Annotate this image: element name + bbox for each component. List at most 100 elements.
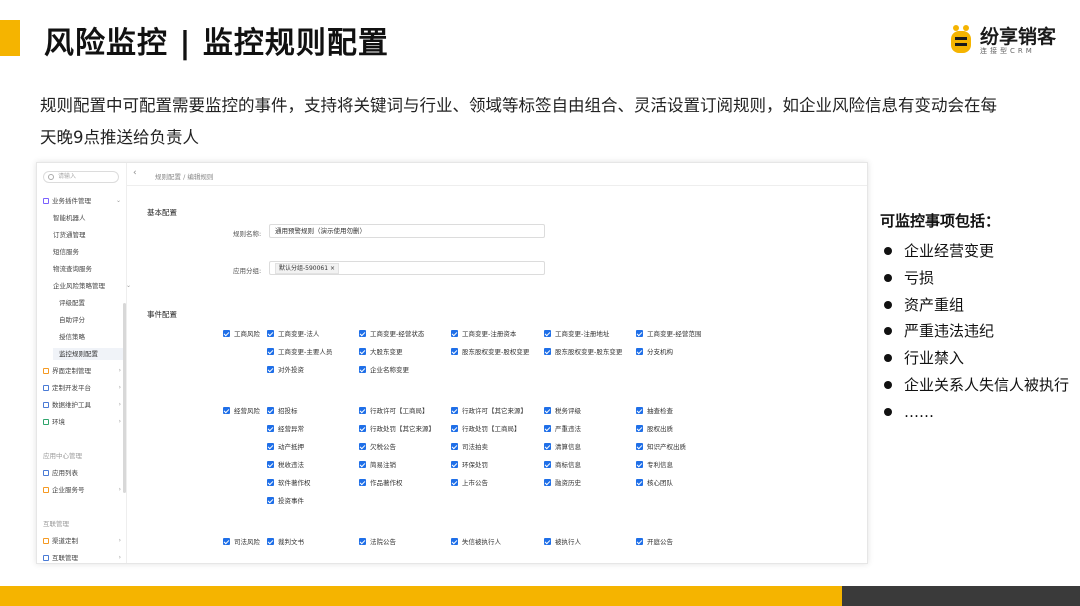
sidebar-item[interactable]: 物流查询服务 xyxy=(53,263,133,275)
event-checkbox[interactable]: 分支机构 xyxy=(636,348,673,358)
event-checkbox[interactable]: 上市公告 xyxy=(451,479,488,489)
event-checkbox[interactable]: 简易注销 xyxy=(359,461,396,471)
header-divider xyxy=(127,185,867,186)
sidebar-item-label: 物流查询服务 xyxy=(53,265,92,273)
basic-config-title: 基本配置 xyxy=(147,208,177,217)
checkbox-checked-icon xyxy=(451,330,458,337)
group-tag[interactable]: 默认分组-590061 × xyxy=(275,263,340,274)
app-screenshot: 请输入 业务插件管理 ⌄ 智能机器人订货通管理短信服务物流查询服务企业风险策略管理 ⌄… xyxy=(36,162,868,564)
event-checkbox[interactable]: 股东股权变更-股东变更 xyxy=(544,348,622,358)
event-checkbox[interactable]: 工商变更-法人 xyxy=(267,330,319,340)
rule-name-input[interactable]: 通用预警规则（演示使用勿删） xyxy=(269,224,545,238)
sidebar-scrollbar[interactable] xyxy=(123,303,126,493)
sidebar-item[interactable]: 企业服务号 › xyxy=(43,484,123,496)
event-group-checkbox[interactable]: 司法风险 xyxy=(223,538,260,548)
checkbox-checked-icon xyxy=(267,330,274,337)
breadcrumb: 规则配置 / 编辑规则 xyxy=(155,173,214,181)
sidebar-item[interactable]: 界面定制管理 › xyxy=(43,365,123,377)
event-checkbox[interactable]: 知识产权出质 xyxy=(636,443,686,453)
event-checkbox[interactable]: 失信被执行人 xyxy=(451,538,501,548)
event-checkbox[interactable]: 严重违法 xyxy=(544,425,581,435)
sidebar-item[interactable]: 业务插件管理 ⌄ xyxy=(43,195,123,207)
event-checkbox[interactable]: 工商变更-主要人员 xyxy=(267,348,332,358)
footer-bar-yellow xyxy=(0,586,842,606)
sidebar-item-label: 应用列表 xyxy=(52,469,78,477)
event-checkbox[interactable]: 行政处罚【工商局】 xyxy=(451,425,521,435)
event-checkbox[interactable]: 商标信息 xyxy=(544,461,581,471)
event-checkbox[interactable]: 工商变更-注册地址 xyxy=(544,330,609,340)
sidebar-item[interactable]: 监控规则配置 xyxy=(53,348,123,360)
sidebar-item-label: 渠道定制 xyxy=(52,537,78,545)
event-checkbox[interactable]: 环保处罚 xyxy=(451,461,488,471)
sidebar-item[interactable]: 自助评分 xyxy=(59,314,139,326)
event-checkbox[interactable]: 投资事件 xyxy=(267,497,304,507)
sidebar-item[interactable]: 订货通管理 xyxy=(53,229,133,241)
event-checkbox[interactable]: 软件著作权 xyxy=(267,479,311,489)
event-checkbox[interactable]: 被执行人 xyxy=(544,538,581,548)
sidebar-item[interactable]: 评级配置 xyxy=(59,297,139,309)
sidebar-item[interactable]: 数据维护工具 › xyxy=(43,399,123,411)
event-checkbox[interactable]: 股东股权变更-股权变更 xyxy=(451,348,529,358)
event-checkbox[interactable]: 企业名称变更 xyxy=(359,366,409,376)
list-item: 资产重组 xyxy=(884,292,1069,319)
chevron-icon: › xyxy=(118,554,121,561)
event-checkbox[interactable]: 欠税公告 xyxy=(359,443,396,453)
event-checkbox[interactable]: 工商变更-经营范围 xyxy=(636,330,701,340)
event-checkbox[interactable]: 清算信息 xyxy=(544,443,581,453)
event-checkbox[interactable]: 动产抵押 xyxy=(267,443,304,453)
event-checkbox[interactable]: 股权出质 xyxy=(636,425,673,435)
event-checkbox[interactable]: 开庭公告 xyxy=(636,538,673,548)
checkbox-checked-icon xyxy=(451,538,458,545)
event-checkbox[interactable]: 核心团队 xyxy=(636,479,673,489)
event-checkbox[interactable]: 招投标 xyxy=(267,407,298,417)
app-group-select[interactable]: 默认分组-590061 × xyxy=(269,261,545,275)
checkbox-checked-icon xyxy=(359,425,366,432)
event-checkbox[interactable]: 作品著作权 xyxy=(359,479,403,489)
event-checkbox[interactable]: 行政许可【工商局】 xyxy=(359,407,429,417)
event-checkbox[interactable]: 大股东变更 xyxy=(359,348,403,358)
event-checkbox[interactable]: 对外投资 xyxy=(267,366,304,376)
app-group-label: 应用分组: xyxy=(233,267,262,275)
event-checkbox[interactable]: 法院公告 xyxy=(359,538,396,548)
checkbox-checked-icon xyxy=(359,330,366,337)
logo-tagline: 连接型CRM xyxy=(980,47,1035,55)
checkbox-checked-icon xyxy=(451,461,458,468)
sidebar-item[interactable]: 授信策略 xyxy=(59,331,139,343)
sidebar-item[interactable]: 智能机器人 xyxy=(53,212,133,224)
event-checkbox[interactable]: 融资历史 xyxy=(544,479,581,489)
event-checkbox[interactable]: 司法拍卖 xyxy=(451,443,488,453)
event-group-checkbox[interactable]: 经营风险 xyxy=(223,407,260,417)
sidebar-item[interactable]: 定制开发平台 › xyxy=(43,382,123,394)
list-item: …… xyxy=(884,399,1069,426)
event-checkbox[interactable]: 抽查检查 xyxy=(636,407,673,417)
checkbox-checked-icon xyxy=(223,407,230,414)
event-checkbox[interactable]: 税务评级 xyxy=(544,407,581,417)
sidebar-item[interactable]: 应用列表 xyxy=(43,467,123,479)
sidebar-item[interactable]: 互联管理 › xyxy=(43,552,123,563)
checkbox-checked-icon xyxy=(451,348,458,355)
sidebar-item-label: 应用中心管理 xyxy=(43,452,82,460)
event-checkbox[interactable]: 专利信息 xyxy=(636,461,673,471)
checkbox-checked-icon xyxy=(267,538,274,545)
brand-logo: 纷享销客 连接型CRM xyxy=(948,22,1066,58)
sidebar-item[interactable]: 企业风险策略管理 ⌄ xyxy=(53,280,133,292)
checkbox-checked-icon xyxy=(359,407,366,414)
checkbox-checked-icon xyxy=(267,443,274,450)
sidebar-item-label: 互联管理 xyxy=(43,520,69,528)
event-checkbox[interactable]: 税收违法 xyxy=(267,461,304,471)
event-checkbox[interactable]: 经营异常 xyxy=(267,425,304,435)
sidebar-item[interactable]: 渠道定制 › xyxy=(43,535,123,547)
sidebar-item[interactable]: 环境 › xyxy=(43,416,123,428)
event-checkbox[interactable]: 裁判文书 xyxy=(267,538,304,548)
event-checkbox[interactable]: 行政处罚【其它来源】 xyxy=(359,425,435,435)
chevron-icon: ⌄ xyxy=(115,197,121,204)
event-checkbox[interactable]: 行政许可【其它来源】 xyxy=(451,407,527,417)
checkbox-checked-icon xyxy=(544,407,551,414)
collapse-sidebar-icon[interactable]: ‹ xyxy=(133,168,137,178)
sidebar-item[interactable]: 短信服务 xyxy=(53,246,133,258)
event-checkbox[interactable]: 工商变更-注册资本 xyxy=(451,330,516,340)
sidebar-item-label: 互联管理 xyxy=(52,554,78,562)
sidebar-search-input[interactable]: 请输入 xyxy=(43,171,119,183)
event-group-checkbox[interactable]: 工商风险 xyxy=(223,330,260,340)
event-checkbox[interactable]: 工商变更-经营状态 xyxy=(359,330,424,340)
